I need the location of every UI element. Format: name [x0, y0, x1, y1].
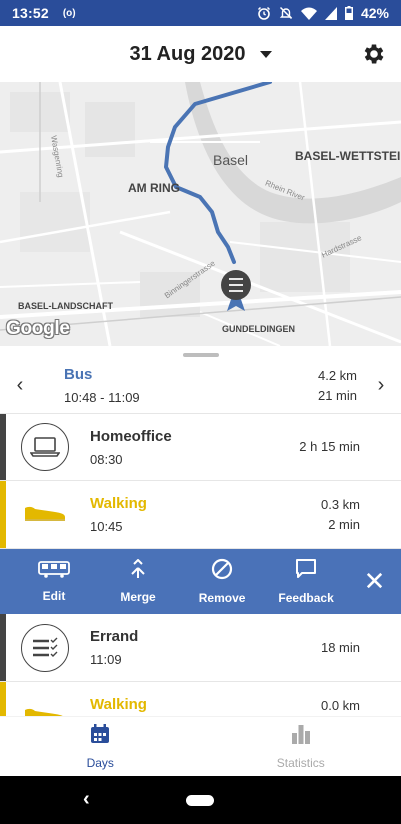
place-indicator-bar	[0, 414, 6, 480]
shoe-icon	[23, 704, 67, 716]
date-selector[interactable]: 31 Aug 2020	[130, 43, 246, 66]
bottom-navigation: Days Statistics	[0, 716, 401, 776]
bell-off-icon	[279, 6, 293, 20]
remove-button[interactable]: Remove	[180, 558, 264, 605]
entry-time: 11:09	[90, 652, 122, 667]
merge-icon	[129, 558, 147, 584]
place-indicator-bar	[0, 614, 6, 681]
entry-duration: 2 min	[328, 516, 360, 532]
wifi-icon	[300, 7, 317, 20]
entry-action-bar: Edit Merge Remove Feedback ✕	[0, 549, 401, 614]
laptop-icon	[21, 423, 69, 471]
entry-distance: 0.3 km	[320, 496, 360, 512]
status-time: 13:52	[12, 5, 49, 21]
entry-time: 10:45	[90, 519, 123, 534]
trip-time-range: 10:48 - 11:09	[64, 389, 140, 405]
cell-signal-icon	[324, 6, 337, 20]
trip-distance: 4.2 km	[317, 367, 357, 383]
entry-time: 08:30	[90, 451, 123, 467]
chevron-left-icon[interactable]: ‹	[0, 374, 40, 397]
trip-duration: 21 min	[317, 387, 357, 403]
comment-icon	[295, 558, 317, 585]
battery-percent: 42%	[360, 5, 389, 21]
map-label-basel: Basel	[213, 152, 249, 168]
map-label-basel-landschaft: BASEL-LANDSCHAFT	[18, 301, 113, 311]
route-map[interactable]: Basel BASEL-WETTSTEIN AM RING BASEL-LAND…	[0, 82, 401, 346]
battery-icon	[344, 6, 353, 20]
map-label-basel-wettstein: BASEL-WETTSTEIN	[295, 149, 401, 163]
feedback-button[interactable]: Feedback	[264, 558, 348, 605]
edit-mode-icon	[38, 560, 70, 583]
chevron-right-icon[interactable]: ›	[361, 374, 401, 397]
trip-summary: ‹ Bus 10:48 - 11:09 4.2 km 21 min ›	[0, 358, 401, 414]
recording-indicator: (o)	[62, 7, 76, 19]
feedback-label: Feedback	[278, 591, 334, 605]
shoe-icon	[23, 502, 67, 527]
entry-duration: 18 min	[320, 639, 360, 655]
google-attribution: Google	[6, 318, 70, 339]
entry-title: Walking	[90, 495, 147, 512]
bar-chart-icon	[290, 723, 312, 750]
entry-distance: 0.0 km	[320, 698, 360, 713]
close-icon[interactable]: ✕	[348, 566, 401, 597]
walking-indicator-bar	[0, 682, 6, 716]
entry-duration: 2 h 15 min	[299, 439, 360, 454]
entry-title: Homeoffice	[90, 427, 172, 445]
tab-days[interactable]: Days	[0, 717, 201, 776]
remove-label: Remove	[198, 591, 246, 605]
map-label-gundeldingen: GUNDELDINGEN	[222, 324, 296, 334]
list-item[interactable]: Walking 10:45 0.3 km 2 min	[0, 481, 401, 549]
tab-days-label: Days	[86, 756, 114, 770]
merge-label: Merge	[120, 590, 156, 604]
caret-down-icon[interactable]	[259, 50, 272, 58]
bottom-sheet-handle[interactable]	[183, 353, 219, 357]
gear-icon[interactable]	[361, 41, 387, 67]
list-item[interactable]: Homeoffice 08:30 2 h 15 min	[0, 414, 401, 481]
entry-title: Errand	[90, 628, 139, 645]
edit-button[interactable]: Edit	[12, 560, 96, 603]
block-icon	[211, 558, 233, 585]
alarm-icon	[257, 6, 271, 20]
home-pill[interactable]	[186, 795, 214, 806]
edit-label: Edit	[42, 589, 66, 603]
status-bar: 13:52 (o) 42%	[0, 0, 401, 26]
calendar-icon	[89, 723, 111, 750]
map-label-am-ring: AM RING	[128, 181, 180, 195]
trip-mode: Bus	[64, 365, 93, 383]
tab-statistics[interactable]: Statistics	[201, 717, 401, 776]
entry-title: Walking	[90, 696, 147, 713]
merge-button[interactable]: Merge	[96, 558, 180, 604]
tab-statistics-label: Statistics	[276, 756, 325, 770]
checklist-icon	[21, 623, 69, 672]
back-icon[interactable]: ‹	[83, 788, 90, 811]
list-item[interactable]: Walking 0.0 km	[0, 682, 401, 716]
system-navigation-bar: ‹	[0, 776, 401, 824]
list-item[interactable]: Errand 11:09 18 min	[0, 614, 401, 682]
app-header: 31 Aug 2020	[0, 26, 401, 82]
walking-indicator-bar	[0, 481, 6, 548]
